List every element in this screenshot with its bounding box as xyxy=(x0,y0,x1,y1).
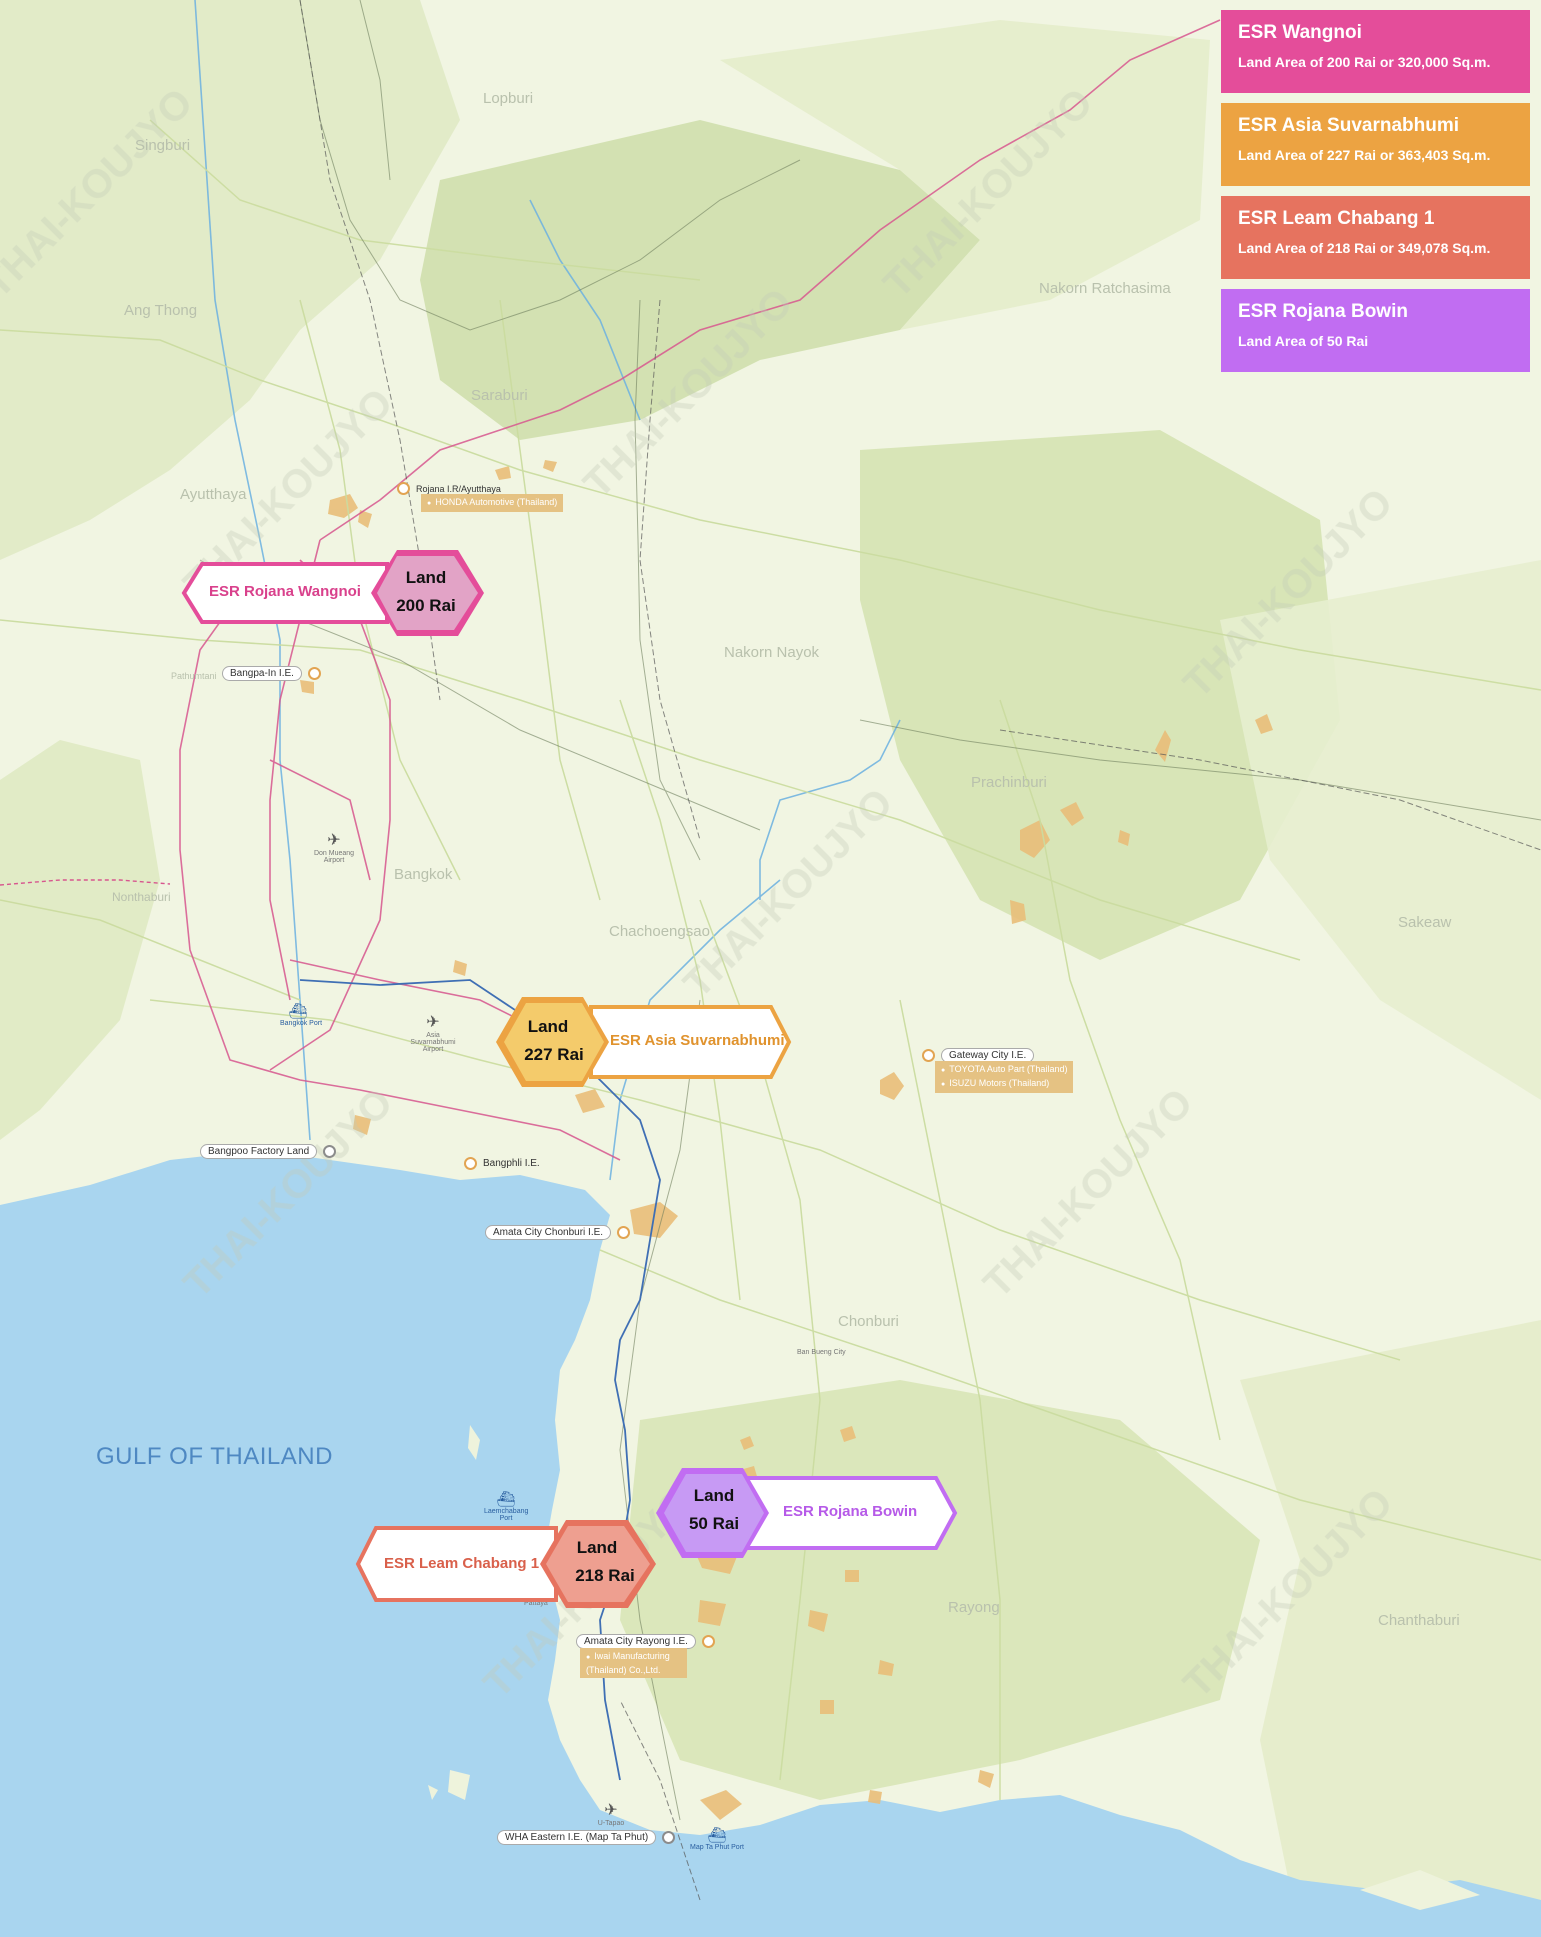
airport-label: U-Tapao xyxy=(597,1820,625,1827)
tenant-label: Iwai Manufacturing (Thailand) Co.,Ltd. xyxy=(586,1650,681,1676)
estate-label: Amata City Chonburi I.E. xyxy=(485,1225,612,1240)
estate-marker-icon xyxy=(323,1145,337,1158)
place-label-ban-bueng: Ban Bueng City xyxy=(797,1349,846,1356)
estate-amata-chonburi[interactable]: Amata City Chonburi I.E. xyxy=(485,1225,631,1240)
site-land-value: 200 Rai xyxy=(396,596,456,615)
estate-wha-eastern[interactable]: WHA Eastern I.E. (Map Ta Phut) xyxy=(497,1830,676,1845)
legend-item-rojana-bowin: ESR Rojana Bowin Land Area of 50 Rai xyxy=(1221,289,1530,372)
site-name: ESR Rojana Wangnoi xyxy=(209,583,361,600)
legend-item-wangnoi: ESR Wangnoi Land Area of 200 Rai or 320,… xyxy=(1221,10,1530,93)
airplane-icon: ✈ xyxy=(604,1802,618,1819)
site-callout-leam-chabang[interactable]: ESR Leam Chabang 1 Land 218 Rai xyxy=(355,1518,658,1610)
province-label-angthong: Ang Thong xyxy=(124,302,198,319)
estate-label: WHA Eastern I.E. (Map Ta Phut) xyxy=(497,1830,657,1845)
site-name: ESR Leam Chabang 1 xyxy=(384,1555,540,1572)
legend-subtitle: Land Area of 50 Rai xyxy=(1238,333,1369,349)
tenant-iwai: Iwai Manufacturing (Thailand) Co.,Ltd. xyxy=(580,1648,687,1678)
ship-icon: ⛴ xyxy=(288,1003,308,1020)
estate-marker-icon xyxy=(617,1226,631,1239)
site-name: ESR Rojana Bowin xyxy=(783,1503,918,1520)
site-callout-asia-suvarnabhumi[interactable]: ESR Asia Suvarnabhumi Land 227 Rai xyxy=(496,995,792,1089)
province-label-bangkok: Bangkok xyxy=(394,866,453,883)
province-label-lopburi: Lopburi xyxy=(483,90,534,107)
estate-bangpain[interactable]: Bangpa-In I.E. xyxy=(222,666,321,681)
port-label: Map Ta Phut Port xyxy=(690,1844,744,1851)
province-label-chanthaburi: Chanthaburi xyxy=(1378,1612,1460,1629)
estate-marker-icon xyxy=(397,482,410,495)
gulf-label: GULF OF THAILAND xyxy=(96,1443,333,1470)
estate-label: Bangpa-In I.E. xyxy=(222,666,302,681)
airport-don-mueang: ✈ Don Mueang Airport xyxy=(312,830,356,864)
airport-u-tapao: ✈ U-Tapao xyxy=(596,1800,626,1827)
estate-marker-icon xyxy=(464,1157,477,1170)
site-land-value: 218 Rai xyxy=(575,1566,635,1585)
airport-label: Don Mueang Airport xyxy=(313,850,355,864)
province-label-pathumtani: Pathumtani xyxy=(171,671,217,681)
site-land-value: 50 Rai xyxy=(688,1514,740,1533)
tenant-toyota: TOYOTA Auto Part (Thailand) xyxy=(941,1063,1067,1077)
ship-icon: ⛴ xyxy=(707,1827,727,1844)
estate-label: Bangphli I.E. xyxy=(483,1158,540,1169)
legend-title: ESR Asia Suvarnabhumi xyxy=(1238,115,1460,136)
airplane-icon: ✈ xyxy=(327,832,341,849)
legend-title: ESR Rojana Bowin xyxy=(1238,301,1408,322)
legend-subtitle: Land Area of 227 Rai or 363,403 Sq.m. xyxy=(1238,147,1491,163)
legend-subtitle: Land Area of 200 Rai or 320,000 Sq.m. xyxy=(1238,54,1491,70)
port-bangkok: ⛴ Bangkok Port xyxy=(280,1002,323,1027)
estate-marker-icon xyxy=(701,1635,715,1648)
tenant-label: HONDA Automotive (Thailand) xyxy=(427,496,557,510)
province-label-rayong: Rayong xyxy=(948,1599,1000,1616)
airport-label: Asia Suvarnabhumi Airport xyxy=(410,1032,456,1053)
province-label-ayutthaya: Ayutthaya xyxy=(180,486,247,503)
port-label: Bangkok Port xyxy=(280,1020,323,1027)
ship-icon: ⛴ xyxy=(496,1491,516,1508)
legend-item-leam-chabang: ESR Leam Chabang 1 Land Area of 218 Rai … xyxy=(1221,196,1530,279)
province-label-nakorn-nayok: Nakorn Nayok xyxy=(724,644,820,661)
port-map-ta-phut: ⛴ Map Ta Phut Port xyxy=(690,1826,744,1851)
estate-bangpoo[interactable]: Bangpoo Factory Land xyxy=(200,1144,337,1159)
site-callout-wangnoi[interactable]: ESR Rojana Wangnoi Land 200 Rai xyxy=(181,548,487,638)
province-label-nonthaburi: Nonthaburi xyxy=(112,890,171,904)
airplane-icon: ✈ xyxy=(426,1014,440,1031)
estate-bangphli[interactable]: Bangphli I.E. xyxy=(464,1157,540,1170)
estate-label: Bangpoo Factory Land xyxy=(200,1144,318,1159)
legend-subtitle: Land Area of 218 Rai or 349,078 Sq.m. xyxy=(1238,240,1491,256)
tenant-list-gateway: TOYOTA Auto Part (Thailand) ISUZU Motors… xyxy=(935,1061,1074,1093)
site-land-value: 227 Rai xyxy=(524,1045,584,1064)
estate-label: Rojana I.R/Ayutthaya xyxy=(416,483,501,494)
estate-marker-icon xyxy=(922,1049,935,1062)
airport-suvarnabhumi: ✈ Asia Suvarnabhumi Airport xyxy=(408,1012,458,1053)
province-label-saraburi: Saraburi xyxy=(471,387,528,404)
tenant-isuzu: ISUZU Motors (Thailand) xyxy=(941,1077,1067,1091)
tenant-honda: HONDA Automotive (Thailand) xyxy=(421,494,564,512)
province-label-chonburi: Chonburi xyxy=(838,1313,899,1330)
site-land-label: Land xyxy=(576,1538,618,1557)
province-label-nakorn-ratchasima: Nakorn Ratchasima xyxy=(1039,280,1171,297)
site-name: ESR Asia Suvarnabhumi xyxy=(610,1032,785,1049)
site-callout-rojana-bowin[interactable]: ESR Rojana Bowin Land 50 Rai xyxy=(656,1466,958,1560)
site-land-label: Land xyxy=(405,568,447,587)
site-land-label: Land xyxy=(527,1017,569,1036)
province-label-singburi: Singburi xyxy=(135,137,191,154)
province-label-prachinburi: Prachinburi xyxy=(971,774,1047,791)
site-land-label: Land xyxy=(693,1486,735,1505)
legend-title: ESR Leam Chabang 1 xyxy=(1238,208,1435,229)
estate-amata-rayong[interactable]: Amata City Rayong I.E. xyxy=(576,1634,715,1649)
estate-marker-icon xyxy=(307,667,321,680)
estate-label: Amata City Rayong I.E. xyxy=(576,1634,696,1649)
province-label-sakeaw: Sakeaw xyxy=(1398,914,1452,931)
legend-title: ESR Wangnoi xyxy=(1238,22,1362,43)
estate-marker-icon xyxy=(662,1831,676,1844)
province-label-chachoengsao: Chachoengsao xyxy=(609,923,710,940)
legend-item-asia-suvarnabhumi: ESR Asia Suvarnabhumi Land Area of 227 R… xyxy=(1221,103,1530,186)
